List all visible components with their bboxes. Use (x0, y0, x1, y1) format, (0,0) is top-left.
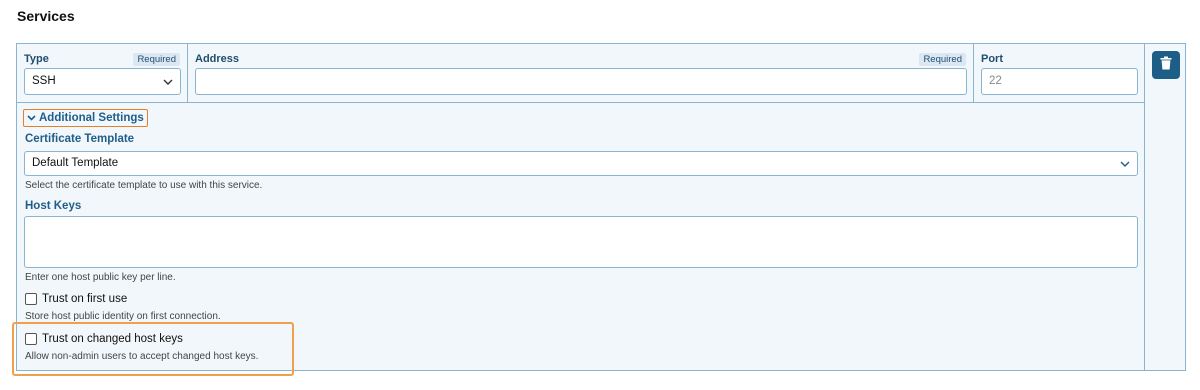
trust-first-use-label: Trust on first use (42, 293, 128, 305)
trust-changed-keys-checkbox[interactable] (25, 333, 37, 345)
trust-first-use-checkbox-row[interactable]: Trust on first use (25, 293, 127, 305)
trust-first-use-checkbox[interactable] (25, 293, 37, 305)
service-panel: Type Required SSH Address Required Port … (16, 43, 1145, 371)
type-select-value: SSH (32, 75, 56, 87)
certificate-template-value: Default Template (32, 157, 119, 169)
certificate-template-label: Certificate Template (25, 133, 135, 145)
trust-first-use-help: Store host public identity on first conn… (25, 311, 221, 322)
address-input[interactable] (195, 68, 967, 95)
chevron-down-icon (27, 112, 36, 124)
trust-changed-keys-checkbox-row[interactable]: Trust on changed host keys (25, 333, 183, 345)
chevron-down-icon (163, 69, 173, 94)
delete-service-button[interactable] (1152, 51, 1180, 79)
host-keys-label: Host Keys (25, 200, 82, 212)
trust-changed-keys-label: Trust on changed host keys (42, 333, 183, 345)
certificate-template-select[interactable]: Default Template (24, 151, 1138, 176)
chevron-down-icon (1120, 152, 1130, 175)
address-cell: Address Required (188, 44, 974, 103)
certificate-template-help: Select the certificate template to use w… (25, 180, 263, 191)
address-label: Address (195, 53, 240, 65)
page-title: Services (17, 8, 75, 24)
type-select[interactable]: SSH (24, 68, 181, 95)
port-label: Port (981, 53, 1003, 65)
host-keys-textarea[interactable] (24, 216, 1138, 268)
additional-settings-label: Additional Settings (39, 112, 144, 124)
additional-settings-toggle[interactable]: Additional Settings (23, 109, 148, 127)
address-required-badge: Required (919, 53, 966, 66)
service-fields-row: Type Required SSH Address Required Port … (17, 44, 1144, 103)
service-actions-column (1145, 43, 1186, 371)
type-required-badge: Required (133, 53, 180, 66)
host-keys-help: Enter one host public key per line. (25, 272, 176, 283)
port-cell: Port 22 (974, 44, 1144, 103)
port-input[interactable]: 22 (981, 68, 1138, 95)
trust-changed-keys-help: Allow non-admin users to accept changed … (25, 351, 259, 362)
type-cell: Type Required SSH (17, 44, 188, 103)
trash-icon (1160, 56, 1172, 75)
type-label: Type (24, 53, 49, 65)
